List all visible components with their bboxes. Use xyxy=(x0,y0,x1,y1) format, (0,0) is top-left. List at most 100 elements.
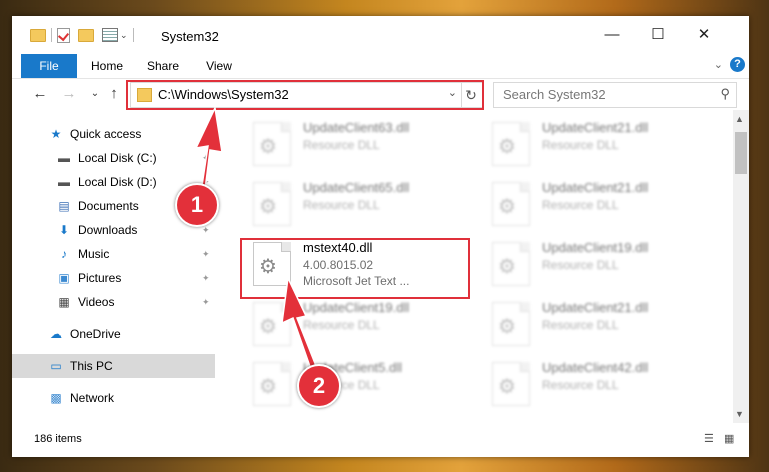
chevron-down-icon[interactable]: ⌄ xyxy=(120,30,128,41)
sidebar-item-label: Downloads xyxy=(78,223,138,237)
close-button[interactable]: ✕ xyxy=(681,20,727,48)
downloads-icon: ⬇ xyxy=(58,223,70,237)
file-name: UpdateClient65.dll xyxy=(303,180,410,195)
dll-file-icon: ⚙ xyxy=(253,182,291,226)
sidebar-item-label: OneDrive xyxy=(70,327,121,341)
details-view-icon[interactable]: ☰ xyxy=(704,432,718,445)
sidebar-item-label: This PC xyxy=(70,359,113,373)
window-title: System32 xyxy=(161,29,219,44)
forward-button[interactable]: → xyxy=(60,84,78,104)
sidebar-item-quick-access[interactable]: ★ Quick access xyxy=(12,122,215,146)
sidebar-item-label: Documents xyxy=(78,199,139,213)
large-icons-view-icon[interactable]: ▦ xyxy=(724,432,738,445)
network-icon: ▩ xyxy=(50,391,62,405)
file-name: UpdateClient21.dll xyxy=(542,180,649,195)
file-name: UpdateClient63.dll xyxy=(303,120,410,135)
file-meta: Resource DLL xyxy=(542,318,619,332)
file-name: UpdateClient19.dll xyxy=(542,240,649,255)
sidebar-item-label: Quick access xyxy=(70,127,142,141)
gear-icon: ⚙ xyxy=(259,196,277,218)
search-placeholder: Search System32 xyxy=(503,87,606,102)
videos-icon: ▦ xyxy=(58,295,70,309)
sidebar-item-label: Music xyxy=(78,247,110,261)
ribbon-tabs: File Home Share View ⌄ ? xyxy=(12,54,749,79)
documents-icon: ▤ xyxy=(58,199,70,213)
scroll-down-icon[interactable]: ▼ xyxy=(735,409,744,419)
gear-icon: ⚙ xyxy=(498,316,516,338)
pin-icon[interactable]: ✦ xyxy=(202,153,210,164)
file-item[interactable]: ⚙ UpdateClient19.dll Resource DLL xyxy=(241,296,471,352)
pin-icon[interactable]: ✦ xyxy=(202,297,210,308)
file-item[interactable]: ⚙ UpdateClient5.dll Resource DLL xyxy=(241,356,471,412)
search-input[interactable]: Search System32 ⚲ xyxy=(493,82,737,108)
sidebar-item-this-pc[interactable]: ▭ This PC xyxy=(12,354,215,378)
file-name: UpdateClient21.dll xyxy=(542,300,649,315)
dll-file-icon: ⚙ xyxy=(492,182,530,226)
file-meta: Resource DLL xyxy=(303,198,380,212)
tab-view[interactable]: View xyxy=(196,54,242,78)
properties-check-icon[interactable] xyxy=(57,27,70,43)
this-pc-icon: ▭ xyxy=(50,359,62,373)
file-item[interactable]: ⚙ UpdateClient21.dll Resource DLL xyxy=(480,176,710,232)
tab-home[interactable]: Home xyxy=(84,54,130,78)
tab-file[interactable]: File xyxy=(21,54,77,78)
gear-icon: ⚙ xyxy=(498,196,516,218)
pictures-icon: ▣ xyxy=(58,271,70,285)
navigation-bar: ← → ⌄ ↑ C:\Windows\System32 ⌄ ↻ Search S… xyxy=(12,79,749,110)
file-meta: Resource DLL xyxy=(542,198,619,212)
help-icon[interactable]: ? xyxy=(730,57,745,72)
title-bar: ⌄ System32 — ☐ ✕ xyxy=(12,16,749,54)
scroll-thumb[interactable] xyxy=(735,132,747,174)
gear-icon: ⚙ xyxy=(498,136,516,158)
gear-icon: ⚙ xyxy=(498,376,516,398)
address-bar-highlight xyxy=(126,80,484,110)
file-item[interactable]: ⚙ UpdateClient21.dll Resource DLL xyxy=(480,116,710,172)
file-item[interactable]: ⚙ UpdateClient42.dll Resource DLL xyxy=(480,356,710,412)
sidebar-item-local-disk-c[interactable]: ▬ Local Disk (C:) ✦ xyxy=(12,146,215,170)
search-icon[interactable]: ⚲ xyxy=(720,86,730,102)
recent-locations-button[interactable]: ⌄ xyxy=(86,84,104,104)
file-item[interactable]: ⚙ UpdateClient63.dll Resource DLL xyxy=(241,116,471,172)
file-explorer-window: ⌄ System32 — ☐ ✕ File Home Share View ⌄ … xyxy=(12,16,749,457)
expand-ribbon-icon[interactable]: ⌄ xyxy=(714,58,723,71)
file-name: UpdateClient42.dll xyxy=(542,360,649,375)
tab-share[interactable]: Share xyxy=(140,54,186,78)
back-button[interactable]: ← xyxy=(31,84,49,104)
sidebar-item-label: Pictures xyxy=(78,271,122,285)
minimize-button[interactable]: — xyxy=(589,20,635,48)
dll-file-icon: ⚙ xyxy=(492,242,530,286)
scroll-up-icon[interactable]: ▲ xyxy=(735,114,744,124)
sidebar-item-onedrive[interactable]: ☁ OneDrive xyxy=(12,322,215,346)
file-highlight xyxy=(240,238,470,299)
view-options-icon[interactable] xyxy=(102,28,118,42)
up-button[interactable]: ↑ xyxy=(105,84,123,104)
drive-icon: ▬ xyxy=(58,175,70,189)
dll-file-icon: ⚙ xyxy=(492,302,530,346)
sidebar-item-label: Local Disk (D:) xyxy=(78,175,157,189)
file-item[interactable]: ⚙ UpdateClient19.dll Resource DLL xyxy=(480,236,710,292)
sidebar-item-network[interactable]: ▩ Network xyxy=(12,386,215,410)
file-meta: Resource DLL xyxy=(542,378,619,392)
sidebar-item-pictures[interactable]: ▣ Pictures ✦ xyxy=(12,266,215,290)
folder-icon xyxy=(30,28,46,42)
pin-icon[interactable]: ✦ xyxy=(202,273,210,284)
dll-file-icon: ⚙ xyxy=(492,362,530,406)
file-item[interactable]: ⚙ UpdateClient21.dll Resource DLL xyxy=(480,296,710,352)
gear-icon: ⚙ xyxy=(259,376,277,398)
pin-icon[interactable]: ✦ xyxy=(202,225,210,236)
quick-access-toolbar: ⌄ xyxy=(30,24,139,46)
maximize-button[interactable]: ☐ xyxy=(635,20,681,48)
pin-icon[interactable]: ✦ xyxy=(202,249,210,260)
new-folder-icon[interactable] xyxy=(78,28,94,42)
file-meta: Resource DLL xyxy=(542,258,619,272)
gear-icon: ⚙ xyxy=(498,256,516,278)
file-meta: Resource DLL xyxy=(542,138,619,152)
gear-icon: ⚙ xyxy=(259,136,277,158)
file-name: UpdateClient19.dll xyxy=(303,300,410,315)
sidebar-item-videos[interactable]: ▦ Videos ✦ xyxy=(12,290,215,314)
vertical-scrollbar[interactable]: ▲ ▼ xyxy=(733,110,749,423)
sidebar-item-music[interactable]: ♪ Music ✦ xyxy=(12,242,215,266)
file-item[interactable]: ⚙ UpdateClient65.dll Resource DLL xyxy=(241,176,471,232)
dll-file-icon: ⚙ xyxy=(253,122,291,166)
file-meta: Resource DLL xyxy=(303,138,380,152)
